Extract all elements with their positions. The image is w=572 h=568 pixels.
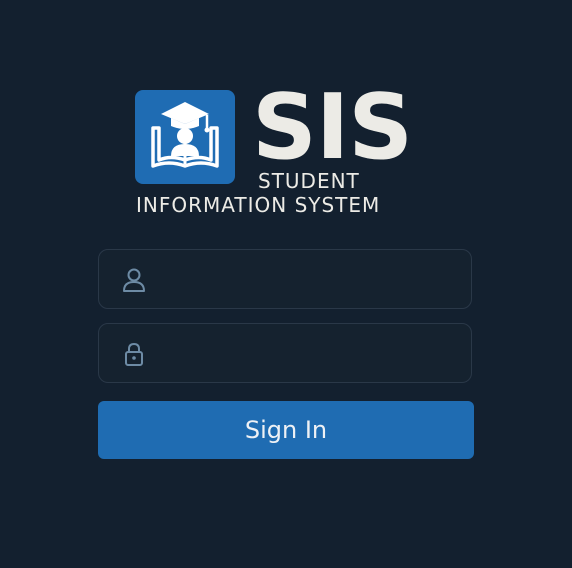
logo-header: SIS STUDENT INFORMATION SYSTEM <box>0 0 572 230</box>
graduate-book-icon <box>135 90 235 184</box>
sign-in-button[interactable]: Sign In <box>98 401 474 459</box>
brand-subtitle-line2: INFORMATION SYSTEM <box>136 193 381 217</box>
password-field[interactable] <box>98 323 472 383</box>
username-input[interactable] <box>159 258 459 300</box>
brand-subtitle-line1: STUDENT <box>258 169 360 193</box>
lock-icon <box>125 342 143 366</box>
username-field[interactable] <box>98 249 472 309</box>
password-input[interactable] <box>159 332 459 374</box>
user-icon <box>123 268 145 292</box>
brand-title: SIS <box>252 75 413 180</box>
